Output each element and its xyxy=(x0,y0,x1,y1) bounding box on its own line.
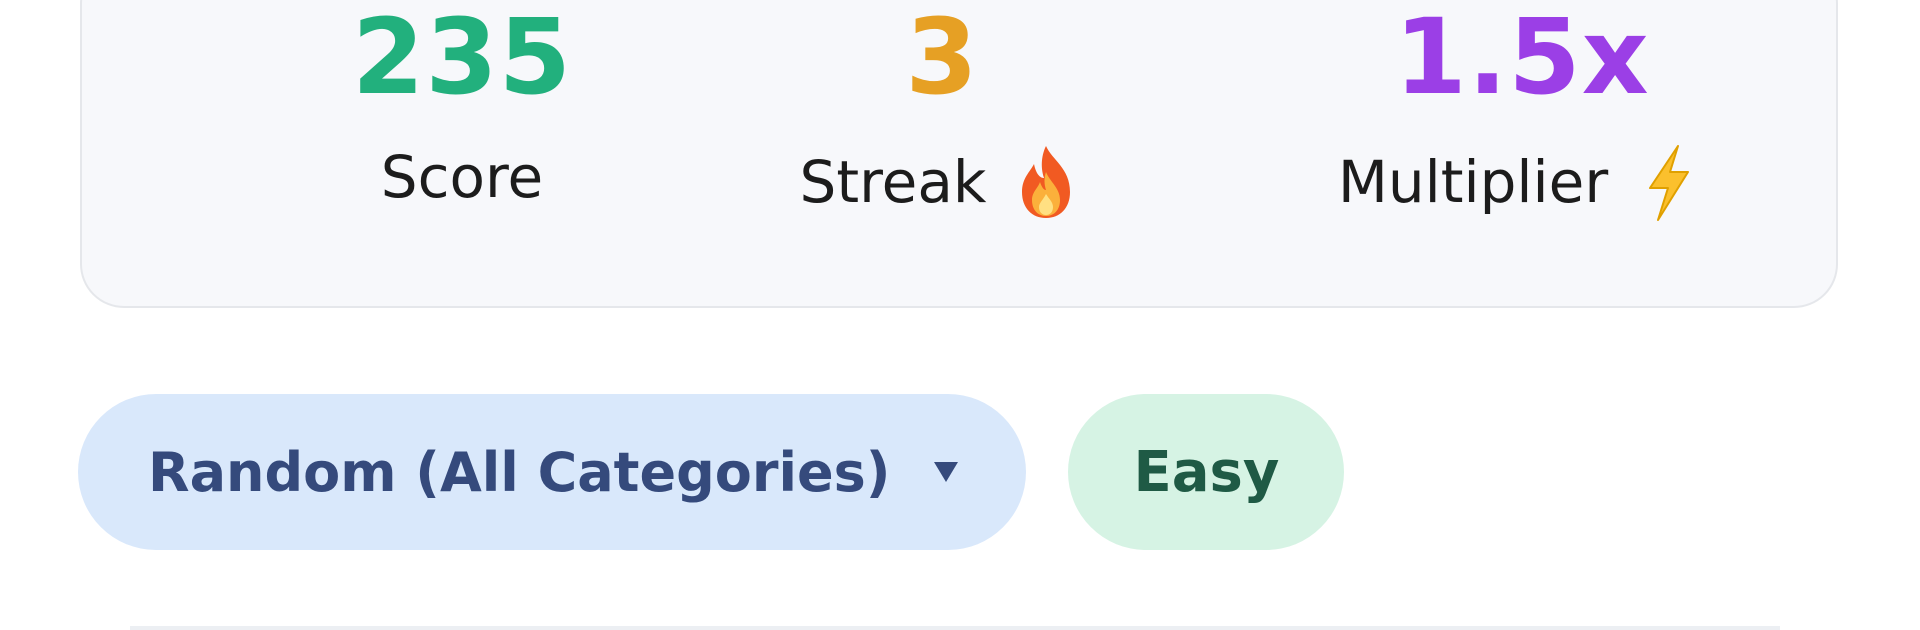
difficulty-button[interactable]: Easy xyxy=(1068,394,1345,550)
streak-label: Streak xyxy=(799,148,987,216)
stats-card: 235 Score 3 Streak 1.5x Multiplier xyxy=(80,0,1838,308)
multiplier-stat: 1.5x Multiplier xyxy=(1312,2,1732,222)
quiz-controls: Random (All Categories) Easy xyxy=(78,394,1345,550)
divider xyxy=(130,626,1780,630)
score-label: Score xyxy=(380,143,544,211)
score-label-row: Score xyxy=(252,142,672,212)
category-dropdown[interactable]: Random (All Categories) xyxy=(78,394,1027,550)
streak-stat: 3 Streak xyxy=(732,2,1152,222)
fire-icon xyxy=(1008,142,1084,222)
game-screen: 235 Score 3 Streak 1.5x Multiplier Rando… xyxy=(0,0,1920,630)
difficulty-label: Easy xyxy=(1133,439,1280,505)
multiplier-label-row: Multiplier xyxy=(1312,142,1732,222)
multiplier-value: 1.5x xyxy=(1394,0,1650,118)
streak-label-row: Streak xyxy=(732,142,1152,222)
score-value: 235 xyxy=(351,0,573,118)
score-stat: 235 Score xyxy=(252,2,672,212)
chevron-down-icon xyxy=(934,462,959,482)
streak-value: 3 xyxy=(905,0,979,118)
multiplier-label: Multiplier xyxy=(1337,148,1609,216)
category-selected-label: Random (All Categories) xyxy=(148,440,891,504)
lightning-icon xyxy=(1630,142,1706,222)
